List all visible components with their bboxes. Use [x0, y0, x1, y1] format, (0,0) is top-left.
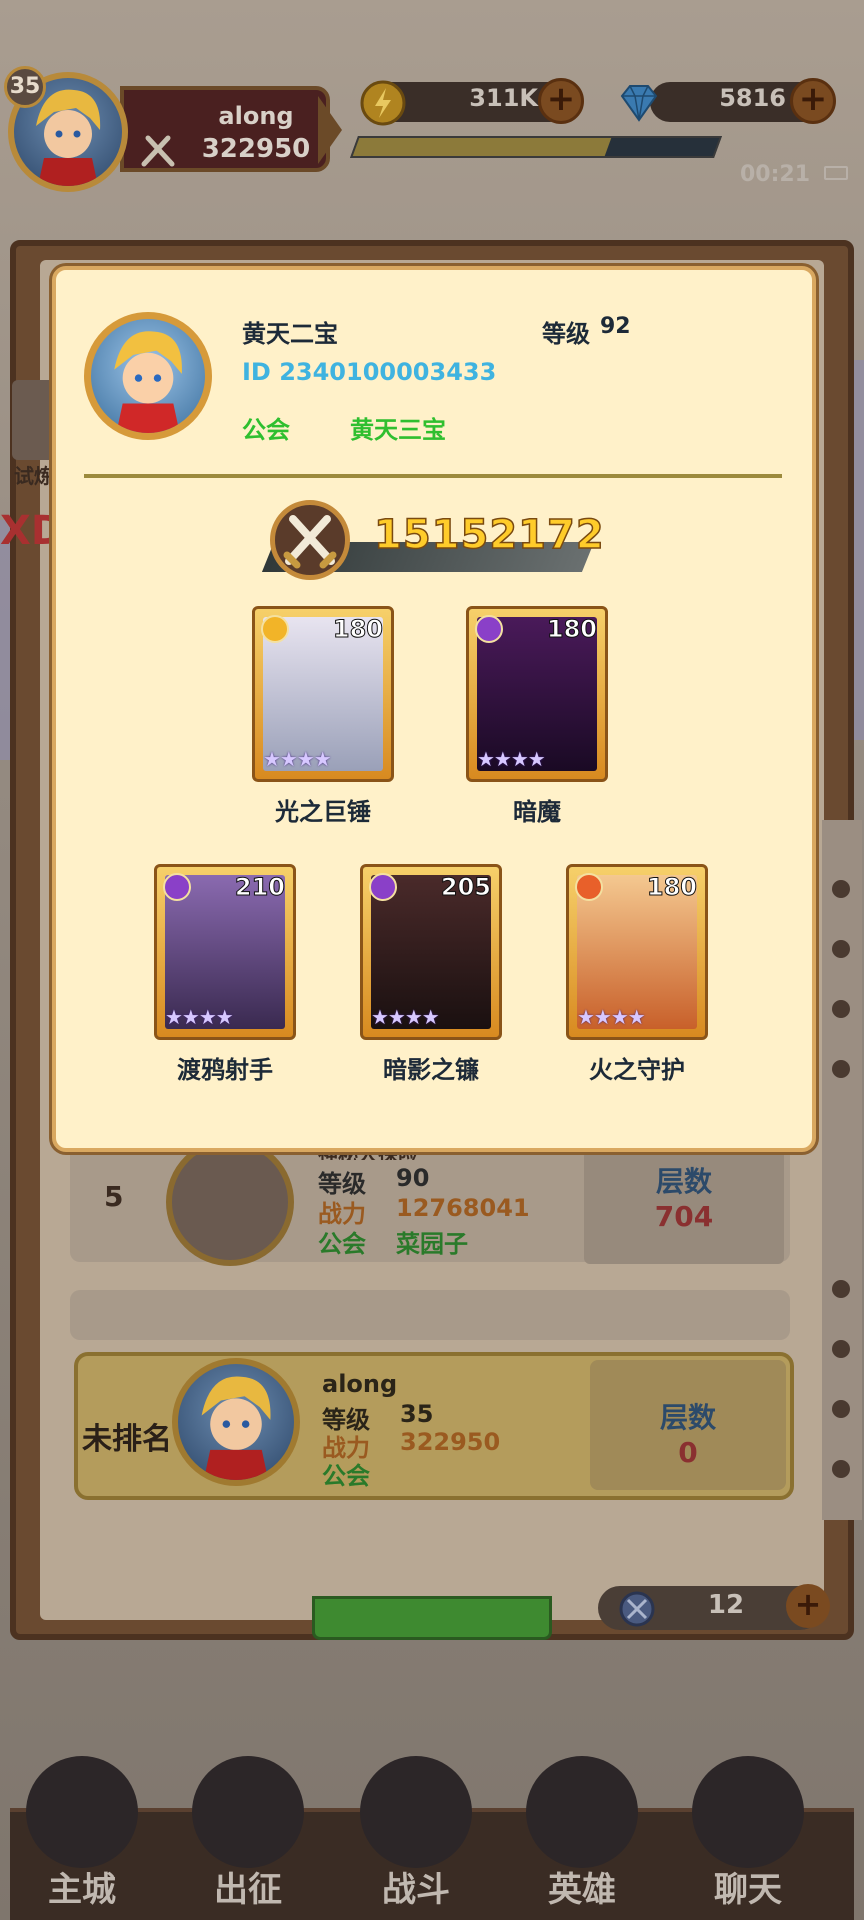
row-score-label: 层数 [655, 1165, 712, 1198]
gold-add-button[interactable]: + [538, 78, 584, 124]
red-gem-icon [192, 1756, 304, 1868]
rail-dot [832, 1460, 850, 1478]
self-rank: 未排名 [82, 1422, 172, 1457]
hero-name: 光之巨锤 [275, 798, 371, 826]
hero-card[interactable]: 210 ★★★★ [154, 864, 296, 1040]
rail-dot [832, 1340, 850, 1358]
castle-icon [26, 1756, 138, 1868]
row-score-value: 704 [654, 1200, 714, 1233]
ticket-count: 12 [707, 1590, 745, 1620]
hero-card[interactable]: 180 ★★★★ [566, 864, 708, 1040]
hero-card[interactable]: 205 ★★★★ [360, 864, 502, 1040]
ticket-icon [619, 1591, 655, 1627]
row-avatar [166, 1138, 294, 1266]
row-level-value: 90 [396, 1164, 430, 1192]
hero-name: 火之守护 [589, 1056, 685, 1084]
nav-castle[interactable]: 主城 [12, 1756, 152, 1920]
hero-portrait-icon [114, 331, 182, 433]
popup-guild-name: 黄天三宝 [350, 416, 446, 444]
nav-label: 战斗 [382, 1870, 450, 1910]
dark-element-icon [369, 873, 397, 901]
self-score-value: 0 [678, 1436, 698, 1469]
popup-guild-label: 公会 [242, 416, 290, 444]
self-score-label: 层数 [659, 1401, 716, 1434]
player-name: along [218, 102, 294, 130]
combat-power-value: 15152172 [373, 511, 605, 559]
hero-star-rating: ★★★★ [577, 1005, 646, 1029]
self-power-value: 322950 [400, 1428, 501, 1456]
hero-card[interactable]: 180 ★★★★ [252, 606, 394, 782]
player-level-badge: 35 [4, 66, 46, 108]
popup-player-id: ID 2340100003433 [242, 358, 497, 386]
row-power-value: 12768041 [396, 1194, 530, 1222]
popup-level-label: 等级 [542, 320, 590, 348]
clock-time: 00:21 [740, 162, 811, 187]
hero-card[interactable]: 180 ★★★★ [466, 606, 608, 782]
hero-name: 渡鸦射手 [177, 1056, 273, 1084]
self-guild-label: 公会 [322, 1462, 370, 1490]
row-guild-value: 菜园子 [396, 1230, 468, 1258]
hero-level: 210 [234, 873, 285, 902]
hero-level: 205 [440, 873, 491, 902]
leaderboard-button[interactable] [312, 1596, 552, 1640]
nav-label: 出征 [214, 1870, 282, 1910]
popup-divider [84, 474, 782, 478]
rail-dot [832, 1000, 850, 1018]
rail-dot [832, 1400, 850, 1418]
gold-value: 311K [469, 84, 538, 112]
nav-label: 主城 [48, 1870, 116, 1910]
hero-star-rating: ★★★★ [371, 1005, 440, 1029]
hero-star-rating: ★★★★ [477, 747, 546, 771]
hero-level: 180 [646, 873, 697, 902]
hero-level: 180 [332, 615, 383, 644]
hero-level: 180 [546, 615, 597, 644]
ticket-add-button[interactable]: + [786, 1584, 830, 1628]
combat-power-badge [270, 500, 350, 580]
hero-name: 暗影之镰 [383, 1056, 479, 1084]
rail-dot [832, 880, 850, 898]
rail-dot [832, 1060, 850, 1078]
rail-dot [832, 940, 850, 958]
dark-element-icon [163, 873, 191, 901]
self-avatar [172, 1358, 300, 1486]
popup-player-avatar [84, 312, 212, 440]
row-guild-label: 公会 [318, 1230, 366, 1258]
rail-dot [832, 1280, 850, 1298]
dark-element-icon [475, 615, 503, 643]
nav-chat-bubble[interactable]: 聊天 [678, 1756, 818, 1920]
nav-battle-shield[interactable]: 战斗 [346, 1756, 486, 1920]
crossed-swords-icon [141, 135, 175, 167]
self-level-value: 35 [400, 1400, 434, 1428]
gem-value: 5816 [719, 84, 786, 112]
nav-red-gem[interactable]: 出征 [178, 1756, 318, 1920]
popup-level-value: 92 [600, 314, 631, 339]
rank-number: 5 [104, 1180, 124, 1213]
player-power: 322950 [201, 134, 311, 164]
hero-star-rating: ★★★★ [165, 1005, 234, 1029]
nav-label: 聊天 [714, 1870, 782, 1910]
hero-name: 暗魔 [513, 798, 561, 826]
popup-player-name: 黄天二宝 [242, 320, 338, 348]
light-element-icon [261, 615, 289, 643]
fire-element-icon [575, 873, 603, 901]
trial-tool-label: 试炼 [14, 464, 54, 488]
hero-crown-icon [526, 1756, 638, 1868]
gem-add-button[interactable]: + [790, 78, 836, 124]
battery-icon [824, 166, 848, 180]
battle-shield-icon [360, 1756, 472, 1868]
nav-hero-crown[interactable]: 英雄 [512, 1756, 652, 1920]
nav-label: 英雄 [548, 1870, 616, 1910]
chat-bubble-icon [692, 1756, 804, 1868]
hero-portrait-icon [201, 1376, 271, 1480]
leaderboard-row[interactable] [70, 1290, 790, 1340]
xp-progress-fill [352, 138, 612, 156]
xp-progress-bar [349, 136, 723, 158]
crossed-swords-icon [283, 515, 337, 569]
hero-star-rating: ★★★★ [263, 747, 332, 771]
self-name: along [322, 1370, 398, 1398]
trial-tool-button[interactable] [12, 380, 56, 460]
